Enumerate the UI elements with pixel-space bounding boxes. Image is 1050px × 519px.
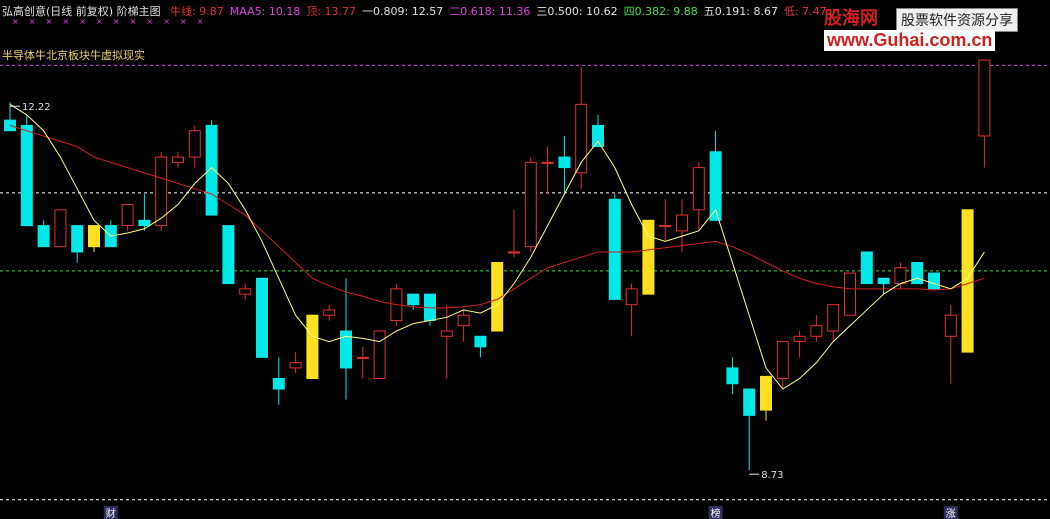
- bottom-label: 涨: [946, 508, 956, 519]
- watermark: 股海网 股票软件资源分享 www.Guhai.com.cn: [824, 4, 1046, 52]
- bottom-label: 榜: [711, 507, 721, 519]
- candle-body: [356, 356, 369, 359]
- candle-body: [474, 335, 487, 348]
- candle-body: [440, 330, 453, 337]
- bottom-label: 财: [106, 507, 116, 519]
- candle-body: [54, 209, 67, 248]
- candle-body: [205, 124, 218, 216]
- candle-body: [692, 167, 705, 211]
- indicator-5: 三0.500: 10.62: [536, 5, 618, 18]
- candle-body: [760, 375, 772, 411]
- candle-body: [239, 288, 252, 295]
- sector-note: 半导体牛北京板块牛虚拟现实: [2, 49, 145, 62]
- indicator-3: 一0.809: 12.57: [362, 5, 444, 18]
- candle-body: [222, 225, 235, 285]
- candle-body: [272, 377, 285, 390]
- indicator-1: MAA5: 10.18: [229, 5, 301, 18]
- candle-body: [592, 124, 604, 148]
- candle-body: [810, 325, 823, 337]
- chart-title: 弘高创意(日线 前复权) 阶梯主图: [2, 5, 161, 18]
- candle-body: [894, 267, 907, 285]
- candle-body: [793, 335, 806, 343]
- candle-body: [844, 272, 856, 316]
- candle-body: [407, 293, 420, 306]
- candle-body: [508, 251, 520, 254]
- watermark-tag: 股票软件资源分享: [896, 8, 1018, 32]
- candle-body: [827, 304, 840, 332]
- watermark-logo: 股海网: [824, 8, 878, 28]
- candle-body: [20, 124, 33, 227]
- candle-body: [726, 367, 739, 385]
- candle-body: [659, 225, 672, 228]
- price-annotation: 8.73: [761, 470, 783, 481]
- candle-body: [928, 272, 940, 290]
- candle-body: [457, 314, 470, 327]
- candle-body: [172, 156, 184, 163]
- candle-body: [676, 214, 688, 232]
- candle-body: [88, 225, 100, 248]
- indicator-7: 五0.191: 8.67: [703, 5, 778, 18]
- indicator-0: 牛线: 9.87: [170, 5, 224, 18]
- candle-body: [323, 309, 336, 316]
- candle-body: [71, 225, 84, 253]
- indicator-2: 顶: 13.77: [306, 5, 357, 18]
- candle-body: [944, 314, 957, 337]
- candle-body: [289, 362, 302, 369]
- candle-body: [256, 277, 268, 358]
- candle-body: [911, 262, 924, 285]
- candle-body: [138, 219, 151, 227]
- candle-body: [877, 277, 890, 285]
- indicator-6: 四0.382: 9.88: [623, 5, 698, 18]
- candle-body: [541, 161, 554, 164]
- price-chart: × × × × × × × × × × × ×12.228.73财榜涨: [0, 17, 1050, 519]
- candle-body: [776, 341, 789, 379]
- candle-body: [121, 204, 134, 227]
- indicator-8: 低: 7.47: [783, 5, 827, 18]
- candle-body: [743, 388, 756, 416]
- indicator-header: 弘高创意(日线 前复权) 阶梯主图 牛线: 9.87 MAA5: 10.18 顶: …: [2, 3, 839, 19]
- ma-fast-line: [9, 103, 985, 390]
- candle-body: [860, 251, 873, 285]
- candle-body: [37, 225, 50, 248]
- price-annotation: 12.22: [22, 102, 51, 113]
- indicator-4: 二0.618: 11.36: [449, 5, 531, 18]
- watermark-url: www.Guhai.com.cn: [824, 30, 996, 51]
- candle-body: [978, 59, 991, 137]
- candle-body: [625, 288, 638, 306]
- candle-body: [524, 161, 537, 248]
- candle-body: [373, 330, 386, 379]
- candle-body: [642, 219, 655, 295]
- candle-body: [306, 314, 319, 379]
- candle-body: [188, 130, 201, 158]
- candle-body: [4, 119, 16, 132]
- candle-body: [558, 156, 571, 169]
- candle-body: [608, 198, 621, 300]
